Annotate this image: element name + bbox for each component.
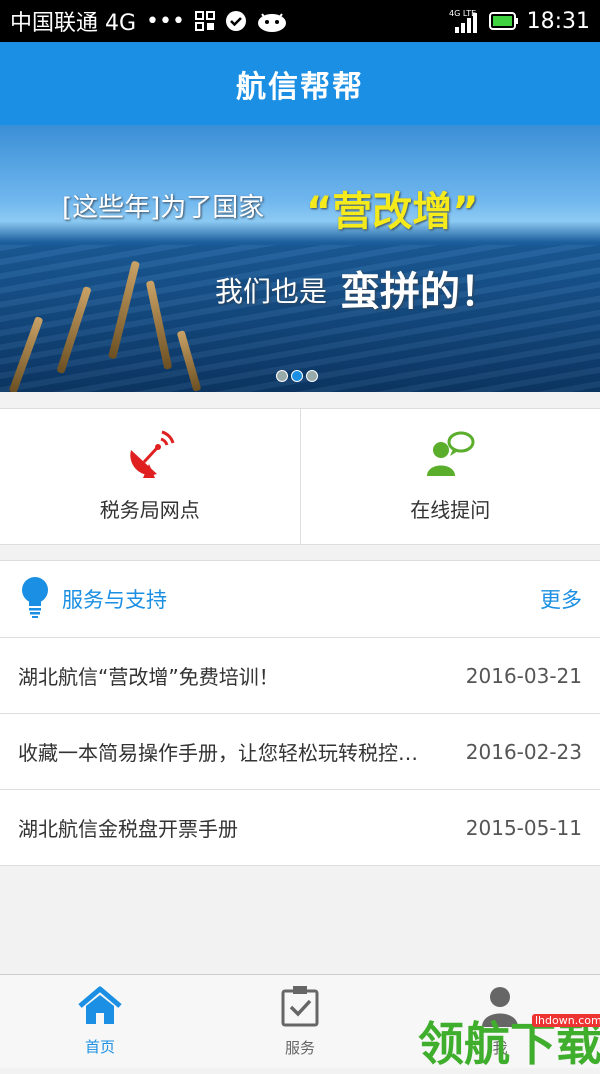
apps-icon [195, 11, 215, 31]
clipboard-check-icon [280, 985, 320, 1031]
signal-strength-icon: 4G LTE [447, 8, 481, 34]
online-question-button[interactable]: 在线提问 [300, 409, 600, 544]
battery-icon [489, 12, 519, 30]
carousel-indicator [276, 370, 318, 382]
promo-banner[interactable]: [这些年]为了国家 “营改增” 我们也是 蛮拼的！ [0, 125, 600, 392]
news-date: 2016-03-21 [466, 664, 582, 688]
page-title: 航信帮帮 [236, 62, 364, 106]
android-icon [257, 10, 287, 32]
banner-text-line1: [这些年]为了国家 [62, 187, 264, 224]
network-badge: 4G LTE [449, 9, 476, 18]
signal-dots: ••• [146, 9, 185, 34]
carousel-dot[interactable] [276, 370, 288, 382]
user-chat-icon [425, 430, 475, 484]
lightbulb-icon [20, 576, 50, 622]
status-bar: 中国联通 4G ••• 4G LTE 18:31 [0, 0, 600, 42]
tab-service-label: 服务 [285, 1037, 315, 1058]
list-item[interactable]: 收藏一本简易操作手册，让您轻松玩转税控… 2016-02-23 [0, 714, 600, 790]
list-item[interactable]: 湖北航信“营改增”免费培训！ 2016-03-21 [0, 638, 600, 714]
tab-service[interactable]: 服务 [200, 975, 400, 1068]
carrier-label: 中国联通 4G [10, 5, 136, 37]
list-item[interactable]: 湖北航信金税盘开票手册 2015-05-11 [0, 790, 600, 866]
news-date: 2015-05-11 [466, 816, 582, 840]
home-icon [77, 986, 123, 1030]
carousel-dot[interactable] [306, 370, 318, 382]
check-circle-icon [225, 10, 247, 32]
news-title: 收藏一本简易操作手册，让您轻松玩转税控… [18, 737, 466, 766]
tax-office-label: 税务局网点 [100, 494, 200, 523]
tax-office-button[interactable]: 税务局网点 [0, 409, 300, 544]
carousel-dot-active[interactable] [291, 370, 303, 382]
satellite-dish-icon [125, 430, 175, 484]
support-panel: 服务与支持 更多 湖北航信“营改增”免费培训！ 2016-03-21 收藏一本简… [0, 560, 600, 866]
banner-highlight: “营改增” [306, 179, 479, 237]
tab-home[interactable]: 首页 [0, 975, 200, 1068]
clock: 18:31 [527, 9, 590, 34]
watermark-url: lhdown.com [532, 1014, 600, 1027]
quick-actions: 税务局网点 在线提问 [0, 408, 600, 545]
section-title: 服务与支持 [62, 584, 167, 614]
news-title: 湖北航信金税盘开票手册 [18, 813, 466, 842]
online-question-label: 在线提问 [410, 494, 490, 523]
support-panel-header: 服务与支持 更多 [0, 561, 600, 638]
app-header: 航信帮帮 [0, 42, 600, 125]
news-date: 2016-02-23 [466, 740, 582, 764]
more-link[interactable]: 更多 [540, 584, 582, 614]
news-title: 湖北航信“营改增”免费培训！ [18, 661, 466, 690]
banner-text-emphasis: 蛮拼的！ [340, 259, 500, 317]
tab-home-label: 首页 [85, 1036, 115, 1057]
banner-text-line2: 我们也是 [215, 270, 327, 310]
